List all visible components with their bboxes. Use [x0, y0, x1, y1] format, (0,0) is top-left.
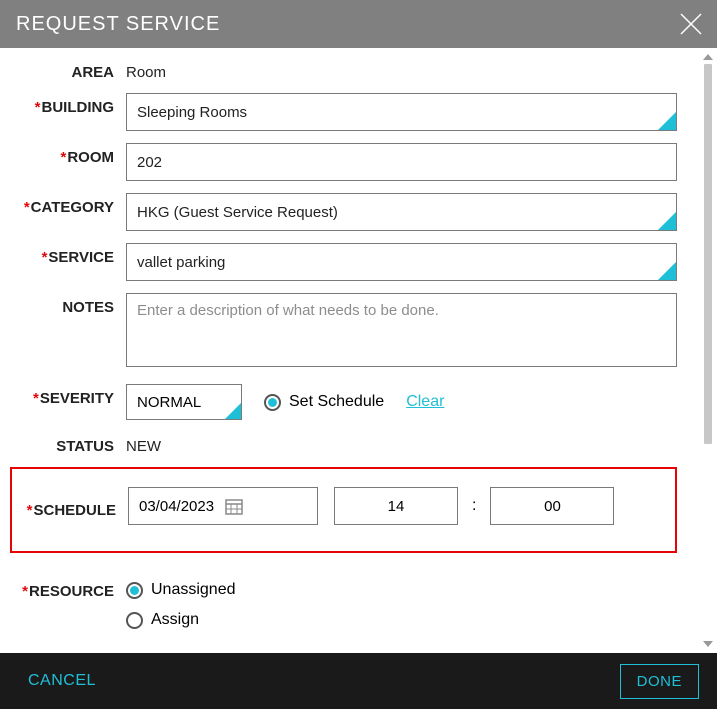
form: AREA Room BUILDING Sleeping Rooms ROOM 2… — [0, 48, 699, 653]
building-select[interactable]: Sleeping Rooms — [126, 93, 677, 131]
value-status: NEW — [126, 432, 161, 455]
schedule-minute-input[interactable]: 00 — [490, 487, 614, 525]
radio-unassigned[interactable] — [126, 582, 143, 599]
label-room: ROOM — [10, 143, 126, 166]
dialog-title: REQUEST SERVICE — [16, 13, 677, 36]
label-category: CATEGORY — [10, 193, 126, 216]
notes-textarea[interactable] — [126, 293, 677, 367]
category-select[interactable]: HKG (Guest Service Request) — [126, 193, 677, 231]
done-button[interactable]: DONE — [620, 664, 699, 699]
label-notes: NOTES — [10, 293, 126, 316]
resource-unassigned-option[interactable]: Unassigned — [126, 581, 677, 599]
room-input[interactable]: 202 — [126, 143, 677, 181]
scroll-down-icon[interactable] — [703, 641, 713, 647]
scroll-thumb[interactable] — [704, 64, 712, 444]
label-schedule: SCHEDULE — [12, 494, 128, 519]
label-resource: RESOURCE — [10, 577, 126, 600]
schedule-highlight-box: SCHEDULE 03/04/2023 14 : 00 — [10, 467, 677, 553]
set-schedule-option[interactable]: Set Schedule — [264, 393, 384, 411]
cancel-button[interactable]: CANCEL — [28, 672, 96, 690]
dropdown-icon — [658, 262, 676, 280]
set-schedule-label: Set Schedule — [289, 393, 384, 411]
value-area: Room — [126, 58, 166, 81]
label-severity: SEVERITY — [10, 384, 126, 407]
scroll-up-icon[interactable] — [703, 54, 713, 60]
clear-link[interactable]: Clear — [406, 393, 444, 411]
close-icon[interactable] — [677, 10, 705, 38]
schedule-minute-value: 00 — [544, 498, 561, 515]
radio-set-schedule[interactable] — [264, 394, 281, 411]
label-status: STATUS — [10, 432, 126, 455]
schedule-hour-input[interactable]: 14 — [334, 487, 458, 525]
severity-select[interactable]: NORMAL — [126, 384, 242, 420]
request-service-dialog: REQUEST SERVICE AREA Room BUILDING Sleep… — [0, 0, 717, 709]
dialog-body: AREA Room BUILDING Sleeping Rooms ROOM 2… — [0, 48, 717, 653]
titlebar: REQUEST SERVICE — [0, 0, 717, 48]
time-separator: : — [472, 497, 476, 515]
severity-select-value: NORMAL — [137, 394, 201, 411]
room-input-value: 202 — [137, 154, 162, 171]
schedule-date-value: 03/04/2023 — [139, 498, 224, 515]
resource-unassigned-label: Unassigned — [151, 581, 236, 599]
scrollbar[interactable] — [699, 48, 717, 653]
schedule-date-input[interactable]: 03/04/2023 — [128, 487, 318, 525]
resource-assign-label: Assign — [151, 611, 199, 629]
dropdown-icon — [658, 112, 676, 130]
building-select-value: Sleeping Rooms — [137, 104, 247, 121]
dropdown-icon — [225, 403, 241, 419]
label-service: SERVICE — [10, 243, 126, 266]
dialog-footer: CANCEL DONE — [0, 653, 717, 709]
service-select[interactable]: vallet parking — [126, 243, 677, 281]
label-area: AREA — [10, 58, 126, 81]
label-building: BUILDING — [10, 93, 126, 116]
resource-assign-option[interactable]: Assign — [126, 611, 677, 629]
category-select-value: HKG (Guest Service Request) — [137, 204, 338, 221]
service-select-value: vallet parking — [137, 254, 225, 271]
dropdown-icon — [658, 212, 676, 230]
calendar-icon[interactable] — [224, 496, 309, 516]
schedule-hour-value: 14 — [388, 498, 405, 515]
radio-assign[interactable] — [126, 612, 143, 629]
